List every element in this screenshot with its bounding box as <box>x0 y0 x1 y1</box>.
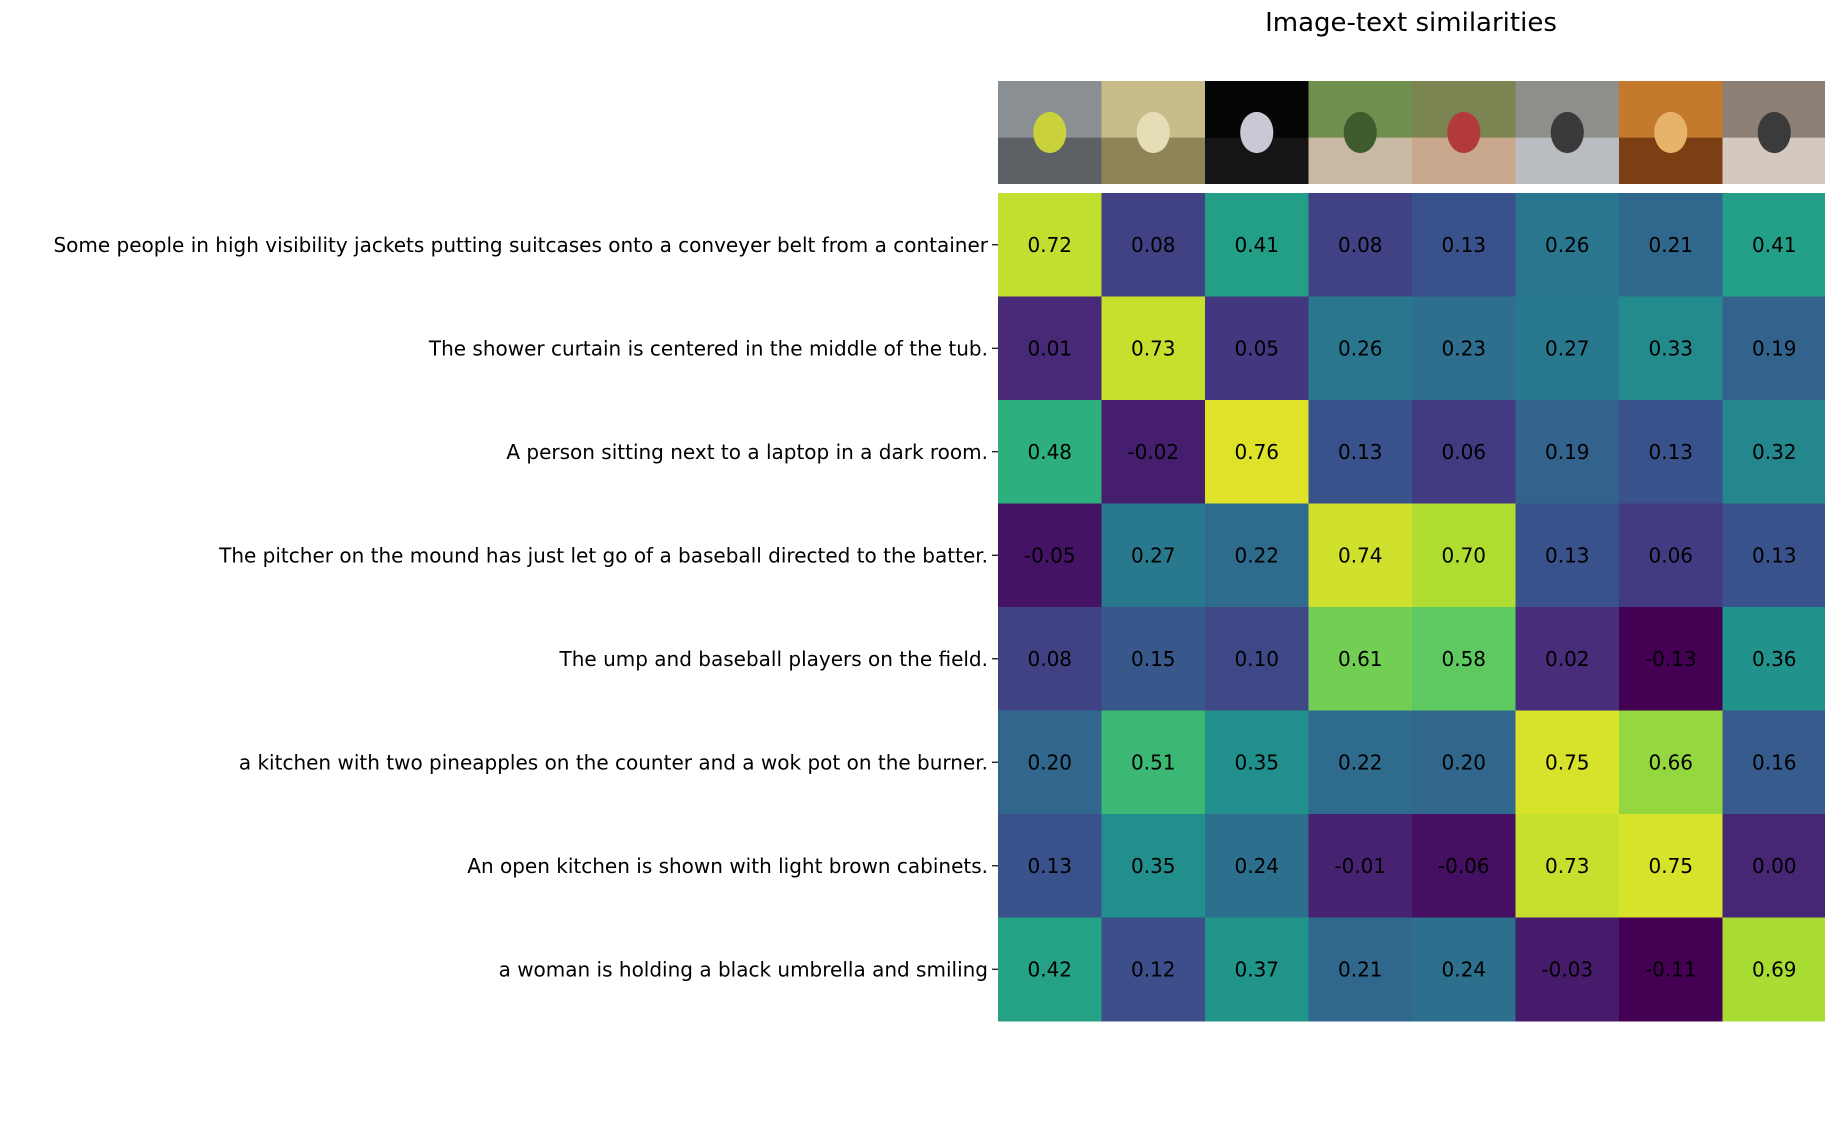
cell-value-label: 0.08 <box>1338 233 1383 257</box>
row-label: The ump and baseball players on the fiel… <box>559 647 988 671</box>
row-label: An open kitchen is shown with light brow… <box>467 854 988 878</box>
cell-value-label: -0.06 <box>1438 854 1490 878</box>
cell-value-label: 0.69 <box>1752 957 1797 981</box>
row-label: A person sitting next to a laptop in a d… <box>506 440 988 464</box>
row-label: a kitchen with two pineapples on the cou… <box>239 750 988 774</box>
cell-value-label: 0.01 <box>1027 336 1072 360</box>
cell-value-label: 0.72 <box>1027 233 1072 257</box>
thumbnail-subject <box>1033 111 1067 154</box>
thumbnail-subject <box>1343 111 1377 154</box>
cell-value-label: 0.75 <box>1545 750 1590 774</box>
cell-value-label: 0.26 <box>1545 233 1590 257</box>
header-image-5 <box>1412 81 1516 184</box>
cell-value-label: 0.02 <box>1545 647 1590 671</box>
cell-value-label: 0.20 <box>1027 750 1072 774</box>
cell-value-label: -0.03 <box>1541 957 1593 981</box>
cell-value-label: 0.16 <box>1752 750 1797 774</box>
cell-value-label: 0.24 <box>1441 957 1486 981</box>
cell-value-label: 0.13 <box>1027 854 1072 878</box>
cell-value-label: 0.06 <box>1648 543 1693 567</box>
header-image-8 <box>1722 81 1825 184</box>
cell-value-label: 0.22 <box>1338 750 1383 774</box>
cell-value-label: 0.20 <box>1441 750 1486 774</box>
cell-value-label: 0.41 <box>1752 233 1797 257</box>
cell-value-label: 0.13 <box>1338 440 1383 464</box>
cell-value-label: 0.22 <box>1234 543 1279 567</box>
row-label: a woman is holding a black umbrella and … <box>499 957 988 981</box>
cell-value-label: -0.13 <box>1645 647 1697 671</box>
cell-value-label: 0.73 <box>1131 336 1176 360</box>
thumbnail-subject <box>1447 111 1481 154</box>
cell-value-label: 0.27 <box>1545 336 1590 360</box>
cell-value-label: 0.76 <box>1234 440 1279 464</box>
cell-value-label: 0.42 <box>1027 957 1072 981</box>
cell-value-label: 0.58 <box>1441 647 1486 671</box>
cell-value-label: 0.32 <box>1752 440 1797 464</box>
thumbnail-subject <box>1757 111 1791 154</box>
cell-value-label: 0.51 <box>1131 750 1176 774</box>
row-label: The shower curtain is centered in the mi… <box>428 336 988 360</box>
row-labels: Some people in high visibility jackets p… <box>53 233 988 982</box>
cell-value-label: 0.41 <box>1234 233 1279 257</box>
similarity-heatmap-chart: Image-text similarities 0.72 0.08 0.41 0.08… <box>53 8 1825 1022</box>
header-image-3 <box>1205 81 1309 184</box>
cell-value-label: 0.36 <box>1752 647 1797 671</box>
row-label: The pitcher on the mound has just let go… <box>218 543 988 567</box>
cell-value-label: 0.23 <box>1441 336 1486 360</box>
cell-value-label: 0.24 <box>1234 854 1279 878</box>
cell-value-label: 0.10 <box>1234 647 1279 671</box>
cell-value-label: -0.02 <box>1127 440 1179 464</box>
header-image-6 <box>1515 81 1619 184</box>
cell-value-label: 0.12 <box>1131 957 1176 981</box>
cell-value-label: 0.21 <box>1338 957 1383 981</box>
thumbnail-subject <box>1550 111 1584 154</box>
cell-value-label: 0.00 <box>1752 854 1797 878</box>
header-image-1 <box>998 81 1102 184</box>
cell-value-label: 0.70 <box>1441 543 1486 567</box>
cell-value-label: 0.61 <box>1338 647 1383 671</box>
cell-value-label: -0.01 <box>1334 854 1386 878</box>
cell-value-label: 0.26 <box>1338 336 1383 360</box>
cell-value-label: 0.13 <box>1545 543 1590 567</box>
chart-title: Image-text similarities <box>1265 8 1557 38</box>
cell-value-label: 0.19 <box>1545 440 1590 464</box>
cell-value-label: 0.33 <box>1648 336 1693 360</box>
cell-value-label: 0.35 <box>1131 854 1176 878</box>
header-image-2 <box>1101 81 1205 184</box>
cell-value-label: 0.13 <box>1752 543 1797 567</box>
cell-value-label: 0.13 <box>1648 440 1693 464</box>
heatmap-cells: 0.72 0.08 0.41 0.08 0.13 0.26 0.21 0.41 0.01 0.73… <box>998 193 1825 1022</box>
cell-value-label: 0.27 <box>1131 543 1176 567</box>
cell-value-label: 0.19 <box>1752 336 1797 360</box>
row-label: Some people in high visibility jackets p… <box>53 233 988 257</box>
cell-value-label: 0.15 <box>1131 647 1176 671</box>
cell-value-label: 0.37 <box>1234 957 1279 981</box>
cell-value-label: -0.11 <box>1645 957 1697 981</box>
cell-value-label: 0.21 <box>1648 233 1693 257</box>
cell-value-label: 0.73 <box>1545 854 1590 878</box>
cell-value-label: 0.75 <box>1648 854 1693 878</box>
header-image-4 <box>1308 81 1412 184</box>
cell-value-label: 0.06 <box>1441 440 1486 464</box>
cell-value-label: 0.74 <box>1338 543 1383 567</box>
cell-value-label: 0.35 <box>1234 750 1279 774</box>
thumbnail-subject <box>1136 111 1170 154</box>
cell-value-label: -0.05 <box>1024 543 1076 567</box>
header-image-7 <box>1619 81 1723 184</box>
image-header-row <box>998 81 1825 184</box>
cell-value-label: 0.08 <box>1131 233 1176 257</box>
row-ticks <box>992 244 998 970</box>
thumbnail-subject <box>1240 111 1274 154</box>
cell-value-label: 0.48 <box>1027 440 1072 464</box>
cell-value-label: 0.08 <box>1027 647 1072 671</box>
cell-value-label: 0.66 <box>1648 750 1693 774</box>
cell-value-label: 0.13 <box>1441 233 1486 257</box>
cell-value-label: 0.05 <box>1234 336 1279 360</box>
thumbnail-subject <box>1654 111 1688 154</box>
